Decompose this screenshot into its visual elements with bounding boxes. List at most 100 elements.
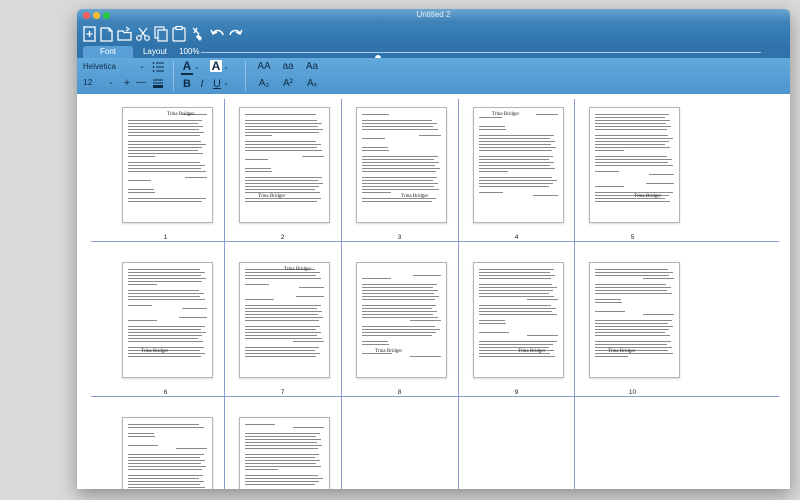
page-text-line [245,332,321,333]
paragraph-style-icon[interactable] [151,77,165,91]
page-text-line [536,114,558,115]
page-text-line [245,189,315,190]
page-text-line [362,341,388,342]
page-text-line [595,192,673,193]
page-signature: Trina Bridger [167,112,195,117]
page-text-line [128,150,198,151]
page-thumbnail[interactable]: Trina Bridger [589,262,680,378]
page-text-line [245,168,271,169]
page-thumbnail[interactable]: Trina Bridger [122,107,213,223]
page-text-line [410,320,441,321]
page-text-line [245,326,320,327]
page-thumbnail[interactable] [239,417,330,489]
page-text-line [245,353,320,354]
redo-icon[interactable] [227,25,245,43]
font-size-field[interactable]: 12 [83,77,103,88]
page-text-line [128,269,200,270]
page-text-line [479,165,550,166]
tab-layout[interactable]: Layout [135,46,175,58]
page-text-line [128,144,206,145]
page-text-line [479,183,553,184]
page-text-line [128,201,202,202]
page-signature: Trina Bridger [492,112,520,117]
italic-button[interactable]: I [197,78,207,90]
zoom-slider[interactable] [201,52,761,61]
page-thumbnail[interactable]: Trina Bridger [239,107,330,223]
page-text-line [128,356,201,357]
page-text-line [527,299,558,300]
page-text-line [362,189,439,190]
page-thumbnail[interactable]: Trina Bridger [356,262,447,378]
page-thumbnail[interactable]: Trina Bridger [473,107,564,223]
font-name-select[interactable]: Helvetica [83,61,135,72]
undo-icon[interactable] [208,25,226,43]
page-text-line [128,326,205,327]
page-text-line [595,344,667,345]
tab-font[interactable]: Font [83,46,133,58]
page-text-line [128,335,202,336]
lowercase-button[interactable]: aa [279,61,297,73]
page-number: 8 [397,389,402,396]
page-text-line [479,138,550,139]
open-folder-icon[interactable] [116,25,134,43]
page-column-divider [574,99,575,489]
clear-format-button[interactable]: Aₓ [303,78,321,90]
page-text-line [479,284,552,285]
app-window: Untitled 2 Font Layout 100% Helvetica ⌄ … [77,9,790,489]
page-text-line [479,147,556,148]
page-text-line [245,183,323,184]
list-icon[interactable] [151,61,165,75]
page-text-line [128,278,206,279]
copy-icon[interactable] [152,25,170,43]
page-thumbnail[interactable]: Trina Bridger [122,262,213,378]
open-document-icon[interactable] [98,25,116,43]
page-text-line [595,117,665,118]
paste-icon[interactable] [170,25,188,43]
format-brush-icon[interactable] [189,25,207,43]
page-text-line [245,445,322,446]
page-text-line [128,141,201,142]
titlecase-button[interactable]: Aa [303,61,321,73]
text-color-chevron-icon[interactable]: ⌄ [193,62,201,74]
page-thumbnail[interactable]: Trina Bridger [239,262,330,378]
page-text-line [595,138,673,139]
page-text-line [128,445,158,446]
page-thumbnail[interactable]: Trina Bridger [356,107,447,223]
decrease-font-size-button[interactable]: — [135,77,147,89]
page-column-divider [224,99,225,489]
page-text-line [362,311,437,312]
font-name-chevron-icon[interactable]: ⌄ [137,61,147,73]
document-page-grid[interactable]: Trina Bridger 1 Trina Bridger 2 Trina Bridge… [77,94,790,489]
page-text-line [419,135,441,136]
uppercase-button[interactable]: AA [255,61,273,73]
page-text-line [128,460,205,461]
subscript-button[interactable]: A₂ [255,78,273,90]
page-text-line [479,192,503,193]
page-text-line [128,290,199,291]
increase-font-size-button[interactable]: + [121,77,133,89]
page-text-line [245,171,272,172]
underline-chevron-icon[interactable]: ⌄ [222,78,230,90]
page-text-line [595,186,624,187]
page-text-line [527,335,558,336]
page-text-line [646,183,674,184]
text-color-button[interactable]: A [181,60,193,72]
highlight-color-button[interactable]: A [210,60,222,72]
superscript-button[interactable]: A² [279,78,297,90]
page-text-line [293,427,324,428]
page-text-line [128,320,157,321]
page-text-line [245,186,319,187]
new-document-icon[interactable] [81,25,99,43]
cut-icon[interactable] [134,25,152,43]
page-thumbnail[interactable]: Trina Bridger [473,262,564,378]
page-number: 3 [397,234,402,241]
highlight-chevron-icon[interactable]: ⌄ [222,62,230,74]
page-text-line [362,177,437,178]
font-size-chevron-icon[interactable]: ⌄ [107,77,115,89]
bold-button[interactable]: B [181,78,193,90]
page-column-divider [458,99,459,489]
page-text-line [128,433,154,434]
page-thumbnail[interactable] [122,417,213,489]
page-thumbnail[interactable]: Trina Bridger [589,107,680,223]
text-color-swatch [181,73,193,75]
